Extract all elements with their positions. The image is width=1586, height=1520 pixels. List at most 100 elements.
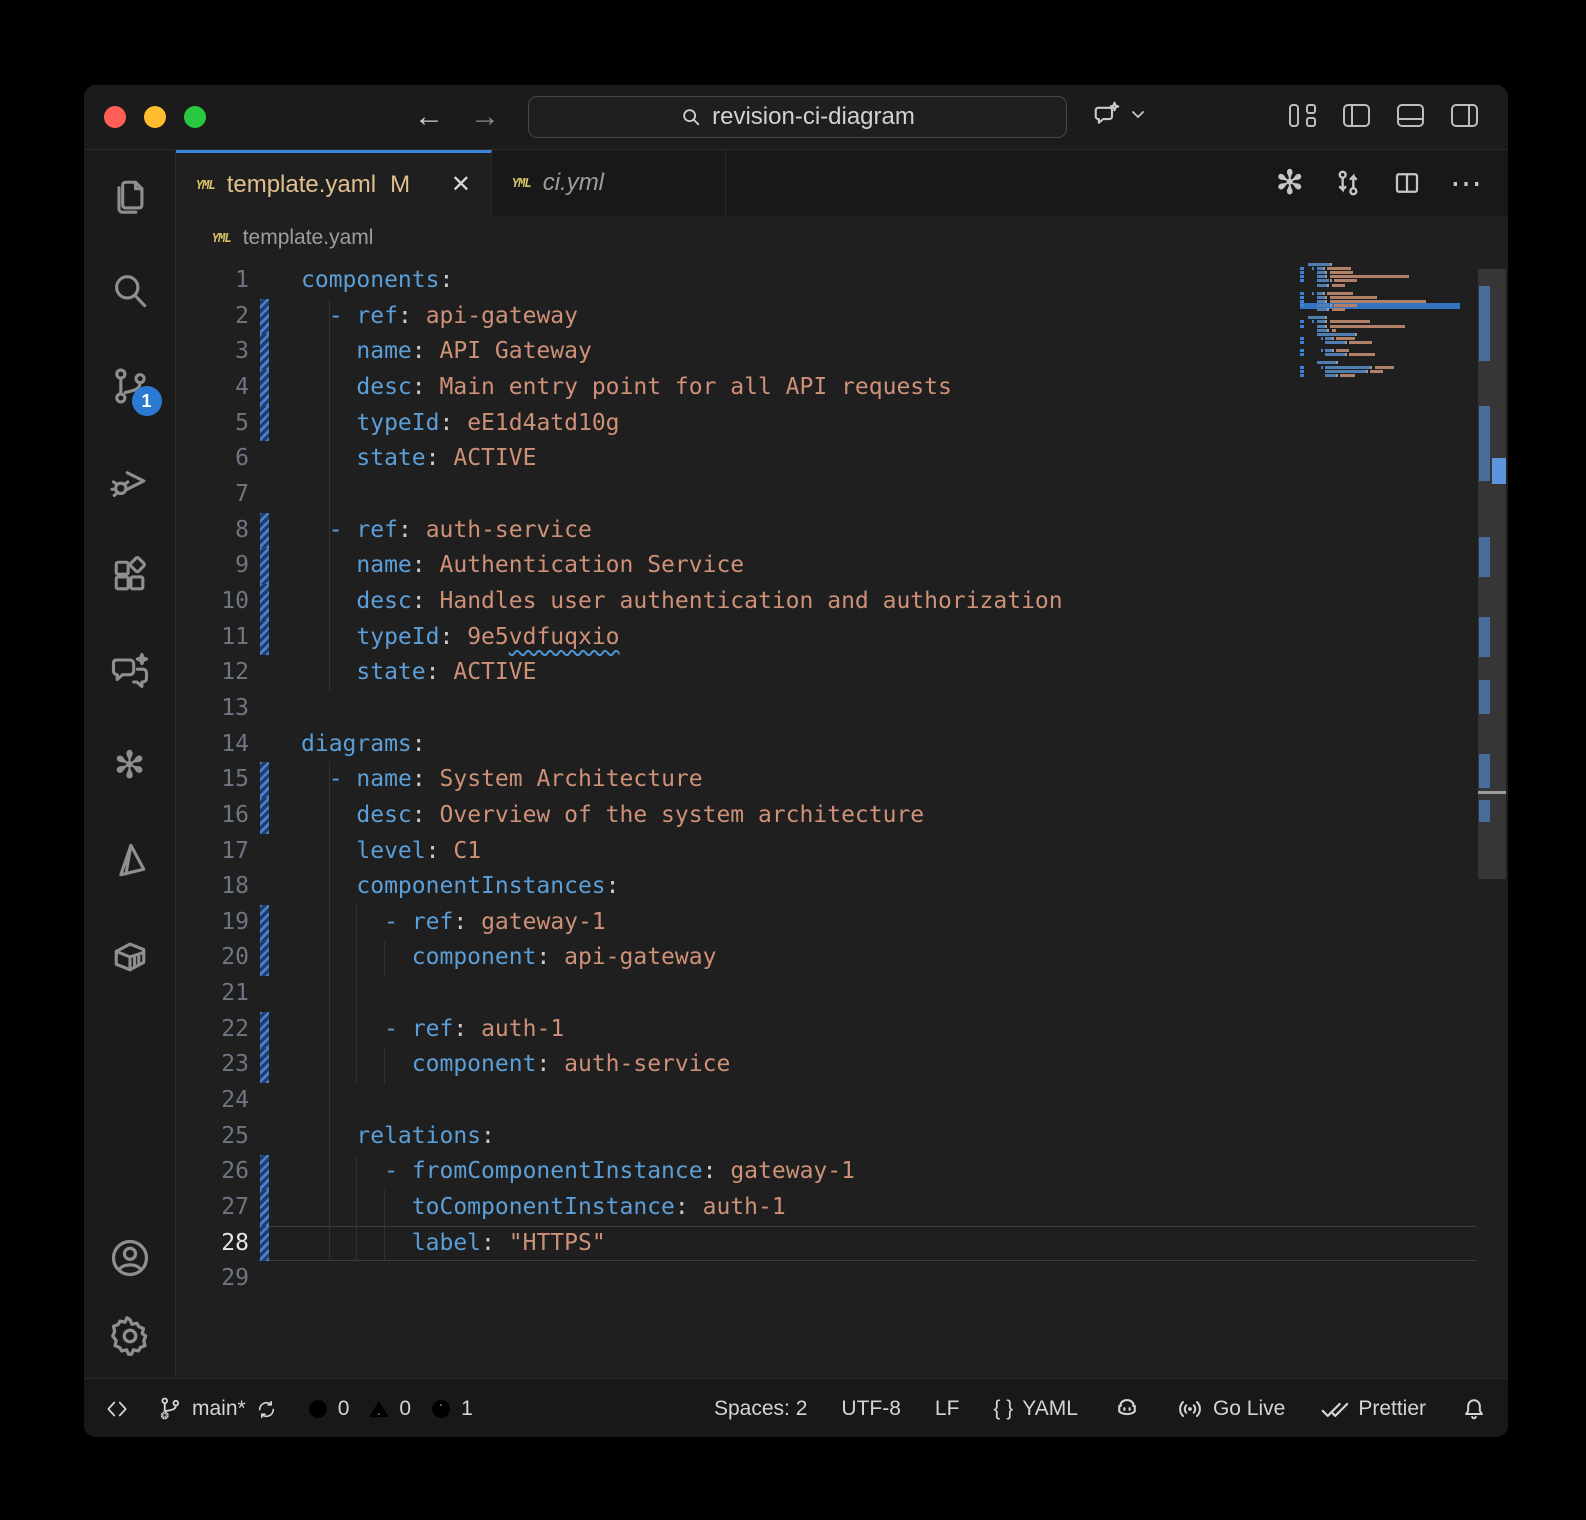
line-number[interactable]: 3 (176, 334, 249, 370)
run-debug-icon[interactable] (106, 457, 154, 505)
indentation-status[interactable]: Spaces: 2 (714, 1397, 807, 1421)
eol-status[interactable]: LF (935, 1397, 960, 1421)
code-line[interactable]: - ref: auth-service (301, 513, 1298, 549)
line-number[interactable]: 25 (176, 1119, 249, 1155)
code-line[interactable]: level: C1 (301, 834, 1298, 870)
code-line[interactable]: desc: Handles user authentication and au… (301, 584, 1298, 620)
line-number[interactable]: 11 (176, 620, 249, 656)
openai-icon[interactable]: ✻ (106, 742, 154, 790)
extensions-icon[interactable] (106, 552, 154, 600)
line-number[interactable]: 13 (176, 691, 249, 727)
toggle-panel-button[interactable] (1397, 104, 1424, 127)
code-line[interactable]: state: ACTIVE (301, 441, 1298, 477)
split-editor-icon[interactable] (1392, 168, 1422, 198)
minimap[interactable] (1300, 260, 1460, 1378)
line-number[interactable]: 27 (176, 1190, 249, 1226)
line-number[interactable]: 9 (176, 548, 249, 584)
line-number[interactable]: 18 (176, 869, 249, 905)
code-line[interactable]: component: api-gateway (301, 940, 1298, 976)
line-number[interactable]: 19 (176, 905, 249, 941)
copilot-chat-menu[interactable] (1092, 99, 1146, 129)
problems-status[interactable]: 0 0 1 (305, 1396, 483, 1422)
line-number[interactable]: 7 (176, 477, 249, 513)
open-changes-icon[interactable] (1332, 167, 1364, 199)
code-line[interactable]: name: API Gateway (301, 334, 1298, 370)
line-number[interactable]: 8 (176, 513, 249, 549)
line-number[interactable]: 17 (176, 834, 249, 870)
close-window-button[interactable] (104, 106, 126, 128)
code-line[interactable]: - ref: api-gateway (301, 299, 1298, 335)
prettier-status[interactable]: Prettier (1319, 1394, 1426, 1424)
code-line[interactable]: component: auth-service (301, 1047, 1298, 1083)
back-arrow-icon[interactable]: ← (414, 100, 444, 134)
customize-layout-button[interactable] (1289, 104, 1316, 127)
code-line[interactable]: components: (301, 263, 1298, 299)
code-line[interactable]: toComponentInstance: auth-1 (301, 1190, 1298, 1226)
line-number[interactable]: 29 (176, 1261, 249, 1297)
code-line[interactable] (301, 477, 1298, 513)
git-branch-status[interactable]: ✳ main* (156, 1395, 279, 1423)
openai-action-icon[interactable]: ✻ (1276, 166, 1305, 200)
remote-indicator[interactable] (104, 1396, 130, 1422)
code-line[interactable]: - fromComponentInstance: gateway-1 (301, 1154, 1298, 1190)
copilot-status[interactable] (1112, 1394, 1142, 1424)
code-line[interactable] (301, 976, 1298, 1012)
breadcrumb[interactable]: YML template.yaml (176, 216, 1508, 260)
code-line[interactable]: desc: Main entry point for all API reque… (301, 370, 1298, 406)
line-number[interactable]: 16 (176, 798, 249, 834)
line-number[interactable]: 21 (176, 976, 249, 1012)
line-number[interactable]: 10 (176, 584, 249, 620)
line-number[interactable]: 22 (176, 1012, 249, 1048)
line-number[interactable]: 26 (176, 1154, 249, 1190)
line-number[interactable]: 5 (176, 406, 249, 442)
line-number[interactable]: 23 (176, 1047, 249, 1083)
explorer-icon[interactable] (106, 172, 154, 220)
line-number[interactable]: 15 (176, 762, 249, 798)
close-tab-icon[interactable]: ✕ (451, 170, 471, 199)
tab-ci-yml[interactable]: YML ci.yml (492, 150, 726, 216)
line-number[interactable]: 28 (176, 1226, 249, 1262)
code-line[interactable]: componentInstances: (301, 869, 1298, 905)
account-icon[interactable] (106, 1234, 154, 1282)
maximize-window-button[interactable] (184, 106, 206, 128)
container-icon[interactable] (106, 932, 154, 980)
line-number[interactable]: 4 (176, 370, 249, 406)
code-line[interactable]: typeId: eE1d4atd10g (301, 406, 1298, 442)
toggle-primary-sidebar-button[interactable] (1343, 104, 1370, 127)
more-actions-icon[interactable]: ⋯ (1450, 167, 1482, 199)
code-line[interactable]: desc: Overview of the system architectur… (301, 798, 1298, 834)
code-line[interactable] (301, 1083, 1298, 1119)
code-line[interactable]: - ref: gateway-1 (301, 905, 1298, 941)
command-center-search[interactable]: revision-ci-diagram (528, 96, 1067, 138)
line-number[interactable]: 24 (176, 1083, 249, 1119)
forward-arrow-icon[interactable]: → (470, 100, 500, 134)
encoding-status[interactable]: UTF-8 (841, 1397, 901, 1421)
line-number[interactable]: 1 (176, 263, 249, 299)
minimize-window-button[interactable] (144, 106, 166, 128)
code-line[interactable]: - ref: auth-1 (301, 1012, 1298, 1048)
code-area[interactable]: components: - ref: api-gateway name: API… (301, 263, 1298, 1297)
line-number[interactable]: 6 (176, 441, 249, 477)
code-line[interactable]: typeId: 9e5vdfuqxio (301, 620, 1298, 656)
source-control-icon[interactable]: 1 (106, 362, 162, 416)
prisma-icon[interactable] (106, 837, 154, 885)
settings-gear-icon[interactable] (106, 1312, 154, 1360)
line-number[interactable]: 20 (176, 940, 249, 976)
scrollbar[interactable] (1478, 260, 1506, 1378)
line-number[interactable]: 12 (176, 655, 249, 691)
toggle-secondary-sidebar-button[interactable] (1451, 104, 1478, 127)
code-line[interactable]: label: "HTTPS" (301, 1226, 1298, 1262)
code-line[interactable]: diagrams: (301, 727, 1298, 763)
language-mode-status[interactable]: { } YAML (993, 1397, 1078, 1421)
code-line[interactable] (301, 1261, 1298, 1297)
notifications-bell-icon[interactable] (1460, 1395, 1488, 1423)
code-line[interactable]: name: Authentication Service (301, 548, 1298, 584)
code-line[interactable]: - name: System Architecture (301, 762, 1298, 798)
chat-icon[interactable] (106, 647, 154, 695)
code-line[interactable]: state: ACTIVE (301, 655, 1298, 691)
line-number[interactable]: 2 (176, 299, 249, 335)
go-live-status[interactable]: Go Live (1176, 1395, 1285, 1423)
line-number[interactable]: 14 (176, 727, 249, 763)
search-icon[interactable] (106, 267, 154, 315)
code-line[interactable]: relations: (301, 1119, 1298, 1155)
